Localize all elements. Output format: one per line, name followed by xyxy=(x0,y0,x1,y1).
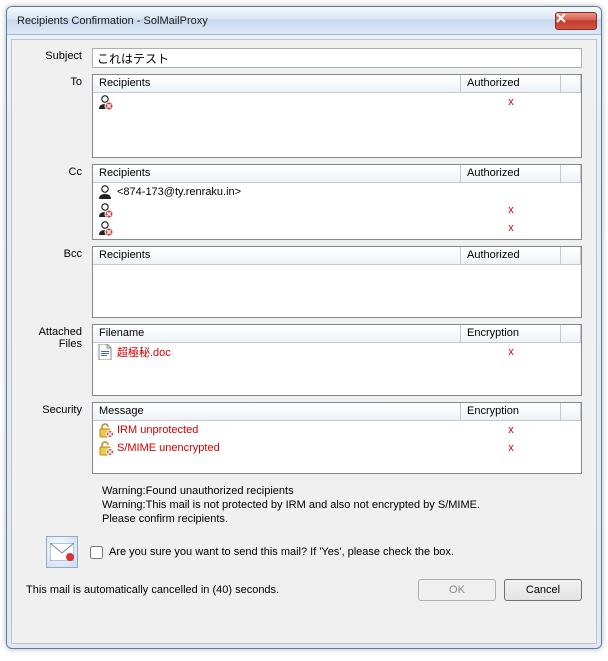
subject-label: Subject xyxy=(26,48,92,68)
table-row[interactable]: x xyxy=(93,219,581,237)
confirm-checkbox[interactable] xyxy=(90,546,103,559)
table-row[interactable]: 超極秘.doc x xyxy=(93,343,581,361)
to-grid[interactable]: Recipients Authorized x xyxy=(92,74,582,158)
unlock-icon xyxy=(97,422,113,438)
col-spacer xyxy=(561,247,581,264)
confirm-label: Are you sure you want to send this mail?… xyxy=(109,546,454,558)
warning-text: Warning:Found unauthorized recipientsWar… xyxy=(102,484,582,526)
to-grid-body[interactable]: x xyxy=(93,93,581,157)
bcc-row: Bcc Recipients Authorized xyxy=(26,246,582,318)
table-row[interactable]: x xyxy=(93,93,581,111)
bcc-grid[interactable]: Recipients Authorized xyxy=(92,246,582,318)
warning-line: Please confirm recipients. xyxy=(102,512,582,526)
col-recipients[interactable]: Recipients xyxy=(93,247,461,264)
cell-auth: x xyxy=(461,222,561,234)
cell-auth: x xyxy=(461,424,561,436)
to-grid-header: Recipients Authorized xyxy=(93,75,581,93)
titlebar[interactable]: Recipients Confirmation - SolMailProxy xyxy=(7,7,601,35)
files-row: Attached Files Filename Encryption 超極秘.d… xyxy=(26,324,582,396)
subject-row: Subject xyxy=(26,48,582,68)
table-row[interactable]: x xyxy=(93,201,581,219)
bcc-label: Bcc xyxy=(26,246,92,318)
table-row[interactable]: IRM unprotected x xyxy=(93,421,581,439)
person-icon xyxy=(97,184,113,200)
warning-line: Warning:Found unauthorized recipients xyxy=(102,484,582,498)
col-authorized[interactable]: Authorized xyxy=(461,247,561,264)
dialog-window: Recipients Confirmation - SolMailProxy S… xyxy=(6,6,602,649)
col-spacer xyxy=(561,165,581,182)
window-title: Recipients Confirmation - SolMailProxy xyxy=(17,15,555,27)
to-row: To Recipients Authorized x xyxy=(26,74,582,158)
cell-auth: x xyxy=(461,346,561,358)
col-recipients[interactable]: Recipients xyxy=(93,75,461,92)
col-spacer xyxy=(561,403,581,420)
cell-text: IRM unprotected xyxy=(117,424,198,436)
footer: This mail is automatically cancelled in … xyxy=(26,568,582,601)
cell-auth: x xyxy=(461,204,561,216)
cell-text: <874-173@ty.renraku.in> xyxy=(117,186,241,198)
cc-grid-body[interactable]: <874-173@ty.renraku.in> x x xyxy=(93,183,581,239)
cc-grid-header: Recipients Authorized xyxy=(93,165,581,183)
person-icon xyxy=(97,202,113,218)
unlock-icon xyxy=(97,440,113,456)
cell-text: 超極秘.doc xyxy=(117,344,171,360)
close-button[interactable] xyxy=(555,12,597,30)
subject-input[interactable] xyxy=(92,48,582,68)
ok-button[interactable]: OK xyxy=(418,579,496,601)
files-grid[interactable]: Filename Encryption 超極秘.doc x xyxy=(92,324,582,396)
col-encryption[interactable]: Encryption xyxy=(461,325,561,342)
col-encryption[interactable]: Encryption xyxy=(461,403,561,420)
cell-auth: x xyxy=(461,442,561,454)
col-filename[interactable]: Filename xyxy=(93,325,461,342)
document-icon xyxy=(97,344,113,360)
close-icon xyxy=(556,13,566,23)
cc-grid[interactable]: Recipients Authorized <874-173@ty.renrak… xyxy=(92,164,582,240)
person-icon xyxy=(97,94,113,110)
bcc-grid-header: Recipients Authorized xyxy=(93,247,581,265)
cell-text: S/MIME unencrypted xyxy=(117,442,220,454)
cell-auth: x xyxy=(461,96,561,108)
person-icon xyxy=(97,220,113,236)
files-label: Attached Files xyxy=(26,324,92,396)
cancel-button[interactable]: Cancel xyxy=(504,579,582,601)
col-message[interactable]: Message xyxy=(93,403,461,420)
col-spacer xyxy=(561,75,581,92)
security-grid-body[interactable]: IRM unprotected x S/MIME unencrypted x xyxy=(93,421,581,473)
col-recipients[interactable]: Recipients xyxy=(93,165,461,182)
security-row: Security Message Encryption IRM unprotec… xyxy=(26,402,582,474)
countdown-text: This mail is automatically cancelled in … xyxy=(26,584,410,596)
cc-label: Cc xyxy=(26,164,92,240)
col-authorized[interactable]: Authorized xyxy=(461,165,561,182)
client-area: Subject To Recipients Authorized x xyxy=(11,39,597,644)
security-grid-header: Message Encryption xyxy=(93,403,581,421)
mail-icon xyxy=(46,536,78,568)
to-label: To xyxy=(26,74,92,158)
files-grid-body[interactable]: 超極秘.doc x xyxy=(93,343,581,395)
col-authorized[interactable]: Authorized xyxy=(461,75,561,92)
bcc-grid-body[interactable] xyxy=(93,265,581,317)
col-spacer xyxy=(561,325,581,342)
table-row[interactable]: <874-173@ty.renraku.in> xyxy=(93,183,581,201)
security-label: Security xyxy=(26,402,92,474)
files-grid-header: Filename Encryption xyxy=(93,325,581,343)
security-grid[interactable]: Message Encryption IRM unprotected x S/M… xyxy=(92,402,582,474)
confirm-row: Are you sure you want to send this mail?… xyxy=(46,536,582,568)
cc-row: Cc Recipients Authorized <874-173@ty.ren… xyxy=(26,164,582,240)
table-row[interactable]: S/MIME unencrypted x xyxy=(93,439,581,457)
warning-line: Warning:This mail is not protected by IR… xyxy=(102,498,582,512)
